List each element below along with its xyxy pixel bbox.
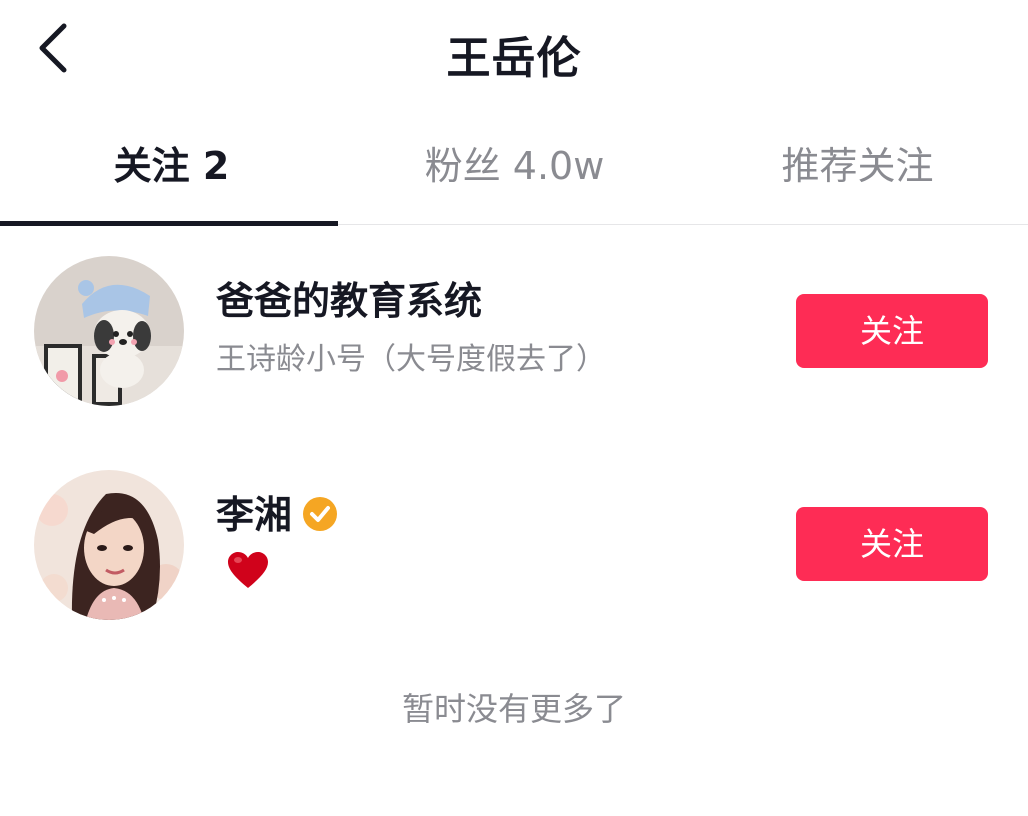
tab-recommended[interactable]: 推荐关注 — [686, 120, 1028, 224]
end-of-list-text: 暂时没有更多了 — [401, 690, 626, 728]
tab-followers[interactable]: 粉丝 4.0w — [343, 120, 686, 224]
list-item[interactable]: 李湘 关注 — [0, 456, 1028, 636]
follow-button[interactable]: 关注 — [796, 294, 988, 368]
user-description: 王诗龄小号（大号度假去了） — [216, 342, 606, 377]
heart-icon — [228, 552, 268, 588]
verified-badge-icon — [303, 496, 338, 531]
user-name-row: 李湘 — [216, 484, 338, 539]
follow-button[interactable]: 关注 — [796, 507, 988, 581]
avatar[interactable] — [34, 470, 184, 620]
active-tab-indicator — [0, 221, 338, 226]
avatar[interactable] — [34, 256, 184, 406]
tab-bar: 关注 2 粉丝 4.0w 推荐关注 — [0, 120, 1028, 226]
user-name[interactable]: 李湘 — [216, 493, 292, 537]
user-name[interactable]: 爸爸的教育系统 — [216, 270, 482, 325]
tab-following[interactable]: 关注 2 — [0, 120, 343, 224]
top-bar: 王岳伦 — [0, 0, 1028, 100]
page-title: 王岳伦 — [446, 33, 582, 84]
list-item[interactable]: 爸爸的教育系统 王诗龄小号（大号度假去了） 关注 — [0, 242, 1028, 422]
